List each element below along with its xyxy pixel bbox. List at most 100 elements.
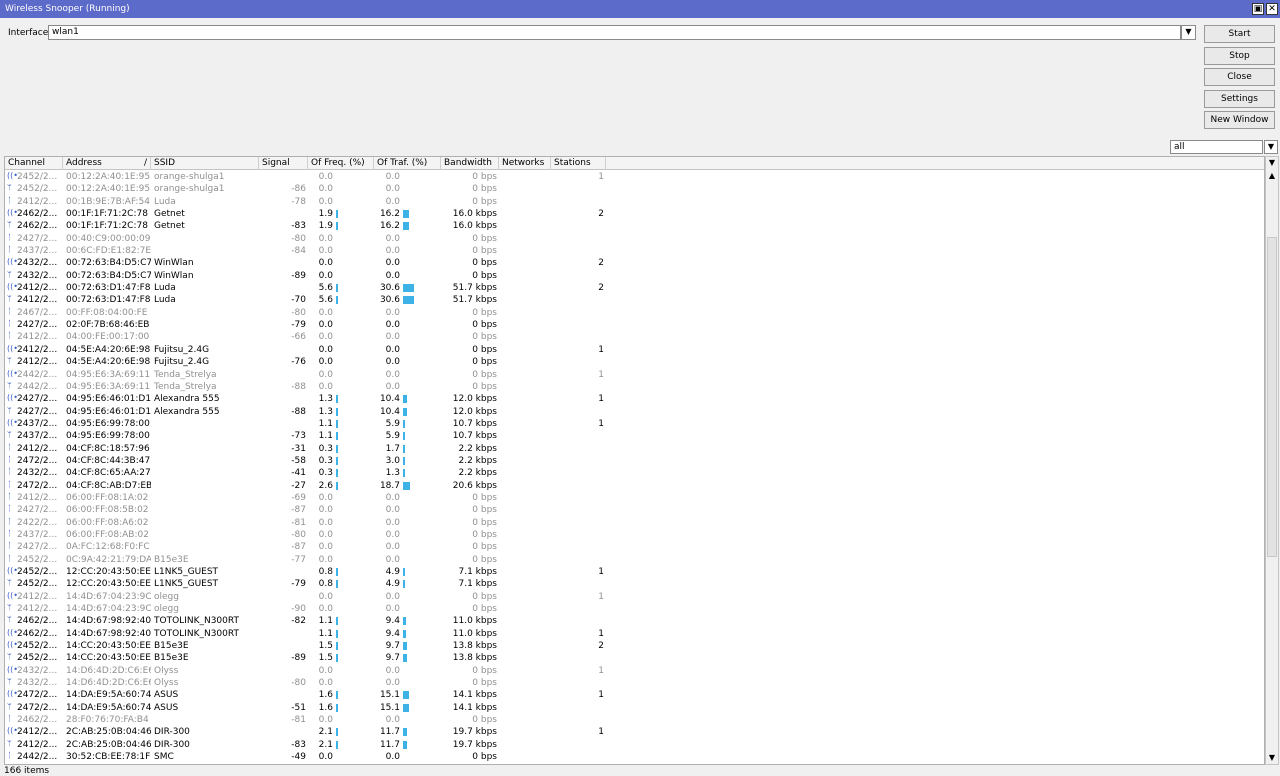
- table-row[interactable]: ((•))2427/2...04:95:E6:46:01:D1Alexandra…: [5, 393, 1264, 405]
- table-row[interactable]: ᛙ 2442/2... 30:52:CB:EE:78:1F SMC -49 0.0 0.0 0…: [5, 751, 1264, 763]
- table-row[interactable]: ᛙ 2437/2... 06:00:FF:08:AB:02 -80 0.0 0.0 0 bp…: [5, 529, 1264, 541]
- cell-sta: [551, 331, 604, 343]
- settings-button[interactable]: Settings: [1204, 90, 1275, 108]
- channel-value: 2412/2...: [17, 727, 58, 738]
- table-row[interactable]: ᛙ 2437/2... 00:6C:FD:E1:82:7E -84 0.0 0.0 0 bp…: [5, 245, 1264, 257]
- table-row[interactable]: ((•))2432/2...00:72:63:B4:D5:C7WinWlan0.…: [5, 257, 1264, 269]
- cell-addr: 04:00:FE:00:17:00: [66, 332, 150, 343]
- table-row[interactable]: ᛘ 2412/2... 04:5E:A4:20:6E:98 Fujitsu_2.4G -…: [5, 356, 1264, 368]
- table-row[interactable]: ((•))2412/2...2C:AB:25:0B:04:46DIR-3002.…: [5, 726, 1264, 738]
- table-row[interactable]: ((•))2462/2...00:1F:1F:71:2C:78Getnet1.9…: [5, 208, 1264, 220]
- table-row[interactable]: ((•))2432/2...14:D6:4D:2D:C6:E6Olyss0.00…: [5, 665, 1264, 677]
- table-row[interactable]: ᛘ 2452/2... 14:CC:20:43:50:EE B15e3E -89 1.5 9…: [5, 652, 1264, 664]
- col-stations[interactable]: Stations: [551, 157, 606, 170]
- table-row[interactable]: ((•))2437/2...04:95:E6:99:78:001.15.910.…: [5, 418, 1264, 430]
- table-row[interactable]: ((•))2462/2...14:4D:67:98:92:40TOTOLINK_…: [5, 628, 1264, 640]
- freq-usage-bar: [336, 432, 338, 441]
- col-signal[interactable]: Signal: [259, 157, 308, 170]
- table-row[interactable]: ᛘ 2462/2... 14:4D:67:98:92:40 TOTOLINK_N300…: [5, 615, 1264, 627]
- col-address[interactable]: Address /: [63, 157, 151, 170]
- table-row[interactable]: ᛙ 2472/2... 04:CF:8C:44:3B:47 -58 0.3 3.0 2.2 …: [5, 455, 1264, 467]
- interface-select[interactable]: wlan1: [48, 25, 1181, 40]
- start-button[interactable]: Start: [1204, 25, 1275, 43]
- col-channel[interactable]: Channel: [5, 157, 63, 170]
- cell-bw: 0 bps: [472, 369, 497, 380]
- freq-usage-bar: [336, 703, 338, 712]
- channel-value: 2427/2...: [17, 233, 58, 244]
- table-row[interactable]: ᛘ 2437/2... 04:95:E6:99:78:00 -73 1.1 5.9 10.7…: [5, 430, 1264, 442]
- table-row[interactable]: ᛘ 2412/2... 00:72:63:D1:47:F8 Luda -70 5.6 30.…: [5, 294, 1264, 306]
- col-ssid[interactable]: SSID: [151, 157, 259, 170]
- filter-dropdown-button[interactable]: ▼: [1264, 140, 1278, 154]
- table-row[interactable]: ᛙ 2467/2... 00:FF:08:04:00:FE -80 0.0 0.0 0 bp…: [5, 307, 1264, 319]
- table-row[interactable]: ((•))2452/2...12:CC:20:43:50:EEL1NK5_GUE…: [5, 566, 1264, 578]
- table-row[interactable]: ᛙ 2452/2... 0C:9A:42:21:79:DA B15e3E -77 0.0 0…: [5, 554, 1264, 566]
- table-row[interactable]: ᛘ 2462/2... 00:1F:1F:71:2C:78 Getnet -83 1.9 1…: [5, 220, 1264, 232]
- cell-freq: 0.0: [318, 715, 333, 726]
- table-row[interactable]: ((•))2452/2...00:12:2A:40:1E:95orange-sh…: [5, 171, 1264, 183]
- cell-ch: ᛙ 2467/2...: [7, 307, 63, 319]
- table-row[interactable]: ᛙ 2472/2... 04:CF:8C:AB:D7:EB -27 2.6 18.7 20.…: [5, 480, 1264, 492]
- table-row[interactable]: ((•))2442/2...04:95:E6:3A:69:11Tenda_Str…: [5, 369, 1264, 381]
- table-row[interactable]: ᛙ 2412/2... 06:00:FF:08:1A:02 -69 0.0 0.0 0 bp…: [5, 492, 1264, 504]
- table-row[interactable]: ((•))2452/2...14:CC:20:43:50:EEB15e3E1.5…: [5, 640, 1264, 652]
- cell-ch: ᛙ 2432/2...: [7, 467, 63, 479]
- table-row[interactable]: ((•))2412/2...14:4D:67:04:23:9Colegg0.00…: [5, 591, 1264, 603]
- channel-value: 2467/2...: [17, 307, 58, 318]
- table-row[interactable]: ᛘ 2472/2... 14:DA:E9:5A:60:74 ASUS -51 1.6 15.…: [5, 702, 1264, 714]
- cell-sig: -80: [291, 529, 306, 540]
- table-row[interactable]: ᛙ 2427/2... 0A:FC:12:68:F0:FC -87 0.0 0.0 0 bp…: [5, 541, 1264, 553]
- table-row[interactable]: ᛙ 2412/2... 04:CF:8C:18:57:96 -31 0.3 1.7 2.2 …: [5, 443, 1264, 455]
- cell-freq: 0.0: [318, 542, 333, 553]
- vertical-scrollbar[interactable]: ▼ ▲ ▼: [1265, 156, 1279, 765]
- scroll-thumb[interactable]: [1267, 237, 1277, 557]
- table-row[interactable]: ᛘ 2412/2... 2C:AB:25:0B:04:46 DIR-300 -83 2.1…: [5, 739, 1264, 751]
- scroll-top-icon[interactable]: ▼: [1266, 157, 1278, 169]
- table-row[interactable]: ᛙ 2412/2... 00:1B:9E:7B:AF:54 Luda -78 0.0 0.0…: [5, 196, 1264, 208]
- cell-freq: 0.0: [318, 554, 333, 565]
- table-row[interactable]: ᛙ 2432/2... 04:CF:8C:65:AA:27 -41 0.3 1.3 2.2 …: [5, 467, 1264, 479]
- table-row[interactable]: ᛘ 2432/2... 00:72:63:B4:D5:C7 WinWlan -89 0.0…: [5, 270, 1264, 282]
- interface-dropdown-button[interactable]: ▼: [1181, 25, 1196, 40]
- client-icon: ᛙ: [7, 528, 12, 538]
- cell-freq: 0.0: [318, 270, 333, 281]
- cell-net: [499, 369, 549, 381]
- restore-button[interactable]: ▣: [1252, 3, 1264, 15]
- table-row[interactable]: ᛘ 2427/2... 04:95:E6:46:01:D1 Alexandra 555…: [5, 406, 1264, 418]
- table-row[interactable]: ((•))2412/2...04:5E:A4:20:6E:98Fujitsu_2…: [5, 344, 1264, 356]
- col-bandwidth[interactable]: Bandwidth: [441, 157, 499, 170]
- table-row[interactable]: ((•))2472/2...14:DA:E9:5A:60:74ASUS1.615…: [5, 689, 1264, 701]
- table-row[interactable]: ᛙ 2427/2... 00:40:C9:00:00:09 -80 0.0 0.0 0 bp…: [5, 233, 1264, 245]
- channel-value: 2472/2...: [17, 702, 58, 713]
- table-row[interactable]: ᛘ 2452/2... 12:CC:20:43:50:EE L1NK5_GUEST -7…: [5, 578, 1264, 590]
- cell-traf: 9.7: [385, 641, 400, 652]
- stop-button[interactable]: Stop: [1204, 47, 1275, 65]
- close-button[interactable]: Close: [1204, 68, 1275, 86]
- table-row[interactable]: ᛙ 2427/2... 02:0F:7B:68:46:EB -79 0.0 0.0 0 bp…: [5, 319, 1264, 331]
- cell-net: [499, 628, 549, 640]
- table-row[interactable]: ᛘ 2442/2... 04:95:E6:3A:69:11 Tenda_Strelya…: [5, 381, 1264, 393]
- table-row[interactable]: ((•))2412/2...00:72:63:D1:47:F8Luda5.630…: [5, 282, 1264, 294]
- close-window-button[interactable]: ✕: [1266, 3, 1278, 15]
- new-window-button[interactable]: New Window: [1204, 111, 1275, 129]
- col-of-freq[interactable]: Of Freq. (%): [308, 157, 374, 170]
- table-row[interactable]: ᛙ 2412/2... 04:00:FE:00:17:00 -66 0.0 0.0 0 bp…: [5, 331, 1264, 343]
- table-row[interactable]: ᛘ 2432/2... 14:D6:4D:2D:C6:E6 Olyss -80 0.0 0.…: [5, 677, 1264, 689]
- cell-sig: [259, 726, 306, 738]
- col-address-label: Address: [66, 158, 102, 168]
- table-row[interactable]: ᛙ 2427/2... 06:00:FF:08:5B:02 -87 0.0 0.0 0 bp…: [5, 504, 1264, 516]
- scroll-up-icon[interactable]: ▲: [1266, 170, 1278, 182]
- table-row[interactable]: ᛙ 2422/2... 06:00:FF:08:A6:02 -81 0.0 0.0 0 bp…: [5, 517, 1264, 529]
- col-networks[interactable]: Networks: [499, 157, 551, 170]
- table-row[interactable]: ᛘ 2452/2... 00:12:2A:40:1E:95 orange-shulga…: [5, 183, 1264, 195]
- scroll-down-icon[interactable]: ▼: [1266, 752, 1278, 764]
- cell-net: [499, 689, 549, 701]
- cell-addr: 12:CC:20:43:50:EE: [66, 567, 151, 577]
- table-row[interactable]: ᛘ 2412/2... 14:4D:67:04:23:9C olegg -90 0.0 0.…: [5, 603, 1264, 615]
- col-of-traf[interactable]: Of Traf. (%): [374, 157, 441, 170]
- cell-ssid: B15e3E: [154, 641, 189, 652]
- cell-traf: 0.0: [385, 369, 400, 380]
- filter-select[interactable]: all: [1170, 140, 1263, 154]
- cell-sta: [551, 504, 604, 516]
- table-row[interactable]: ᛙ 2462/2... 28:F0:76:70:FA:B4 -81 0.0 0.0 0 bp…: [5, 714, 1264, 726]
